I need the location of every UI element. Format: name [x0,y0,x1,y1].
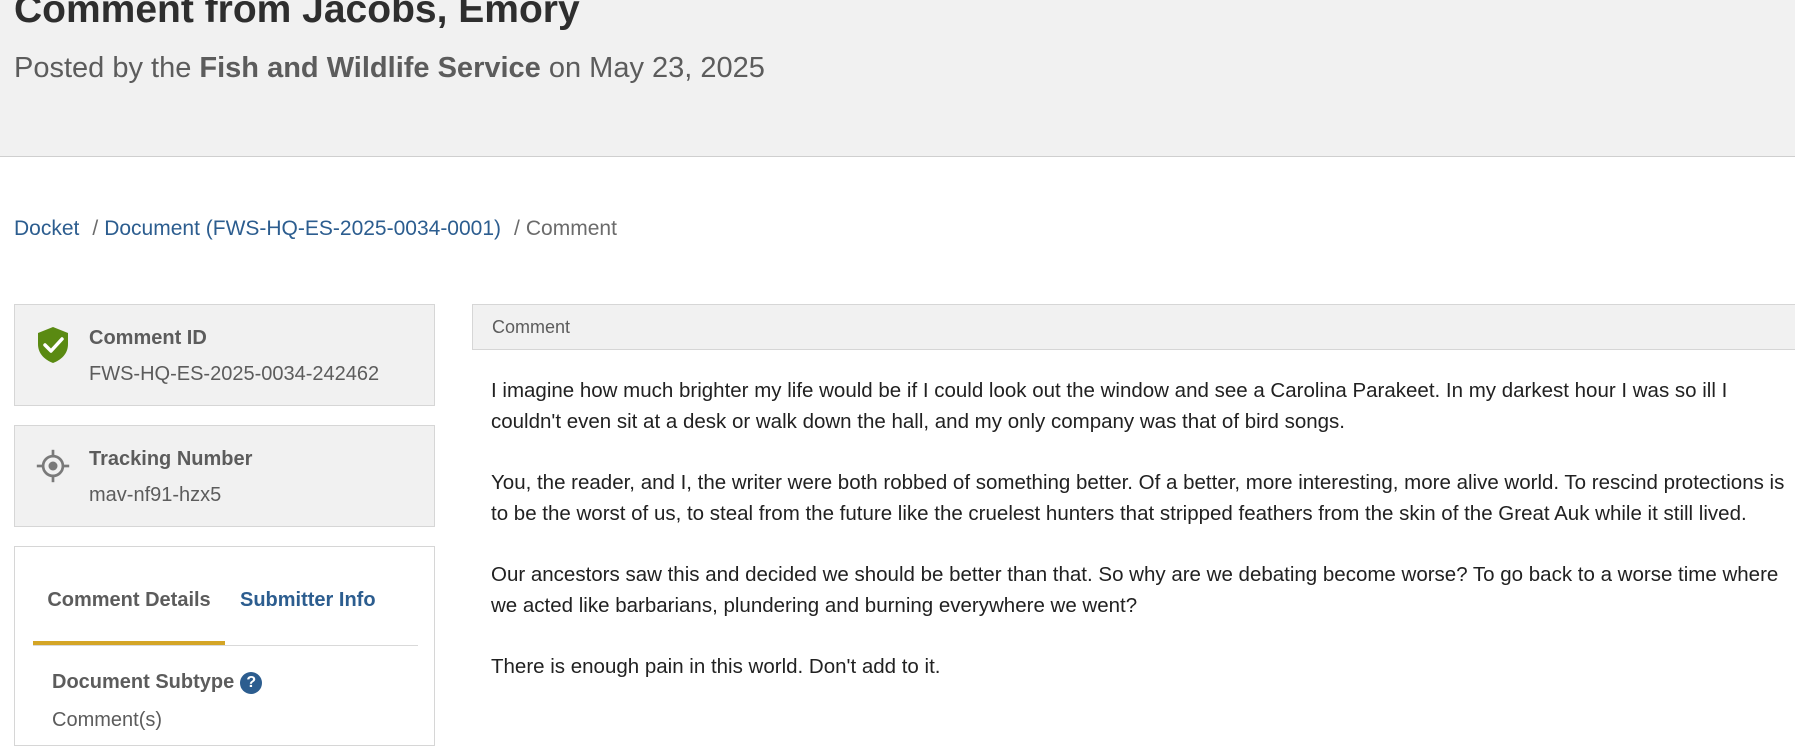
comment-body: I imagine how much brighter my life woul… [491,376,1791,714]
details-tabs: Comment Details Submitter Info [33,547,418,646]
verified-shield-icon [38,327,68,363]
page-header: Comment from Jacobs, Emory Posted by the… [0,0,1795,157]
comment-section-header: Comment [472,304,1795,350]
comment-paragraph: There is enough pain in this world. Don'… [491,655,941,678]
page-title: Comment from Jacobs, Emory [14,0,580,31]
tracking-number-label: Tracking Number [89,448,253,470]
breadcrumb-document-link[interactable]: Document (FWS-HQ-ES-2025-0034-0001) [104,217,501,240]
posted-by-line: Posted by the Fish and Wildlife Service … [14,52,765,85]
document-subtype-label: Document Subtype? [52,671,263,694]
breadcrumb-current: Comment [525,217,617,240]
breadcrumb-separator: / [92,217,99,240]
comment-id-value: FWS-HQ-ES-2025-0034-242462 [89,363,380,385]
breadcrumb-docket-link[interactable]: Docket [14,217,79,240]
comment-paragraph: You, the reader, and I, the writer were … [491,471,1785,525]
tab-comment-details[interactable]: Comment Details [33,547,225,645]
comment-details-card: Comment Details Submitter Info Document … [14,546,435,746]
tab-submitter-info[interactable]: Submitter Info [240,547,376,645]
breadcrumb: Docket / Document (FWS-HQ-ES-2025-0034-000… [14,217,617,241]
posted-date: on May 23, 2025 [548,52,765,84]
document-subtype-value: Comment(s) [52,709,163,731]
comment-paragraph: I imagine how much brighter my life woul… [491,379,1728,433]
posted-prefix: Posted by the [14,52,192,84]
document-subtype-label-text: Document Subtype [52,671,235,693]
tracking-number-value: mav-nf91-hzx5 [89,484,222,506]
breadcrumb-separator: / [514,217,520,240]
target-icon [36,449,70,483]
comment-id-card: Comment ID FWS-HQ-ES-2025-0034-242462 [14,304,435,406]
agency-name: Fish and Wildlife Service [199,52,541,84]
help-icon[interactable]: ? [240,672,263,694]
tracking-number-card: Tracking Number mav-nf91-hzx5 [14,425,435,527]
comment-paragraph: Our ancestors saw this and decided we sh… [491,563,1779,617]
comment-id-label: Comment ID [89,327,207,349]
